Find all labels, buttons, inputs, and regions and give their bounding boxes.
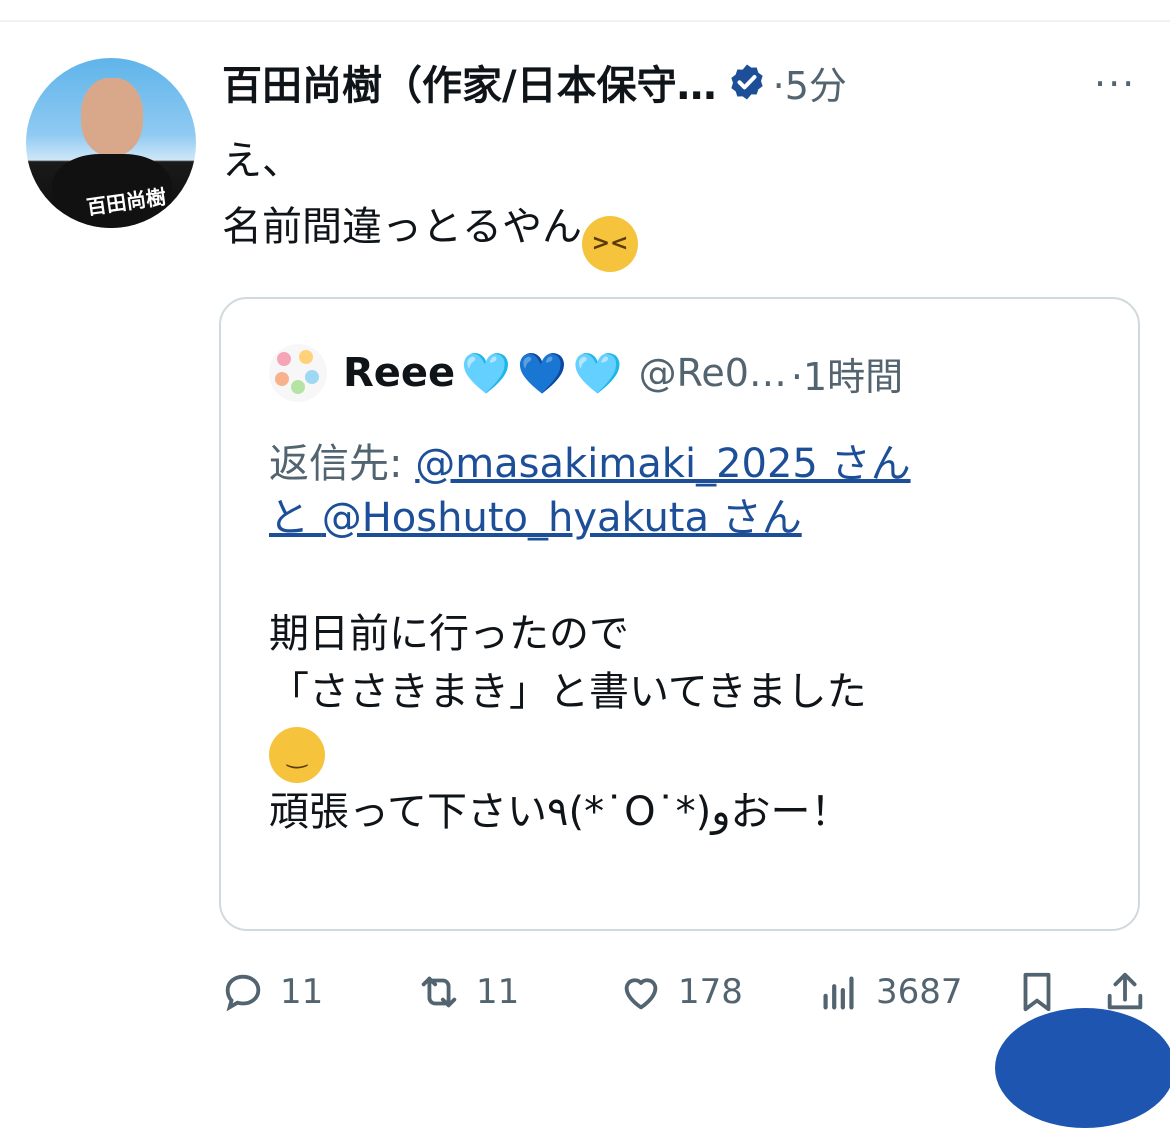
author-avatar[interactable]: 百田尚樹 xyxy=(26,58,196,228)
avatar-face xyxy=(81,78,143,156)
quote-body-line-3: ‿ xyxy=(269,721,867,783)
blue-heart-emoji-icon: 💙 xyxy=(517,350,567,397)
reply-button[interactable]: 11 xyxy=(220,960,323,1024)
smiling-face-emoji-icon: ‿ xyxy=(269,727,325,783)
quoted-tweet-card[interactable]: Reee 🩵 💙 🩵 @Re0… ·1時間 返信先: @masakimaki_2… xyxy=(219,297,1140,931)
tweet-text-line-2-text: 名前間違っとるやん xyxy=(222,204,582,250)
tweet-text: え、 名前間違っとるやん >< xyxy=(222,128,638,272)
views-icon xyxy=(823,976,854,1010)
retweet-count: 11 xyxy=(476,972,520,1012)
confounded-face-emoji-icon: >< xyxy=(582,216,638,272)
like-count: 178 xyxy=(678,972,743,1012)
light-blue-heart-emoji-icon: 🩵 xyxy=(572,350,623,397)
more-icon[interactable]: ··· xyxy=(1094,62,1136,106)
verified-badge-icon xyxy=(730,64,763,100)
tweet-text-line-1: え、 xyxy=(222,138,302,184)
quote-author-name: Reee xyxy=(343,350,456,396)
retweet-icon xyxy=(421,976,457,1008)
reply-count: 11 xyxy=(280,972,324,1012)
tweet-header: 百田尚樹（作家/日本保守… ·5分 xyxy=(222,54,847,110)
tweet-text-line-2: 名前間違っとるやん >< xyxy=(222,194,638,272)
reply-to-label: 返信先: xyxy=(269,441,416,487)
floating-compose-button[interactable] xyxy=(995,1008,1170,1128)
views-button[interactable]: 3687 xyxy=(816,960,963,1024)
quote-body-line-4: 頑張って下さい٩(*˙O˙*)وおー！ xyxy=(269,789,851,835)
action-bar: 11 11 178 3687 xyxy=(0,960,1170,1024)
bookmark-icon xyxy=(1023,972,1051,1012)
quote-body-line-2: 「ささきまき」と書いてきました xyxy=(269,669,867,715)
like-icon xyxy=(624,978,658,1010)
reply-to-and: と xyxy=(269,495,322,541)
like-button[interactable]: 178 xyxy=(618,960,743,1024)
reply-icon xyxy=(225,974,261,1012)
tweet-time[interactable]: ·5分 xyxy=(773,55,847,110)
reply-to-user-link-1[interactable]: @masakimaki_2025 さん xyxy=(415,441,910,487)
share-icon xyxy=(1107,972,1143,1010)
light-blue-heart-emoji-icon: 🩵 xyxy=(461,350,511,397)
author-name[interactable]: 百田尚樹（作家/日本保守… xyxy=(222,53,717,111)
top-divider xyxy=(0,20,1170,22)
quote-author-handle: @Re0… xyxy=(638,351,787,395)
quote-time: ·1時間 xyxy=(790,354,904,399)
quote-body-line-1: 期日前に行ったので xyxy=(269,611,629,657)
view-count: 3687 xyxy=(876,972,963,1012)
quote-header: Reee 🩵 💙 🩵 @Re0… ·1時間 xyxy=(269,343,903,403)
quote-body: 期日前に行ったので 「ささきまき」と書いてきました ‿ 頑張って下さい٩(*˙O… xyxy=(269,605,867,841)
reply-to-user-link-2[interactable]: @Hoshuto_hyakuta さん xyxy=(322,495,802,541)
quote-author-avatar xyxy=(269,344,327,402)
reply-to-line: 返信先: @masakimaki_2025 さん と @Hoshuto_hyak… xyxy=(269,437,911,545)
retweet-button[interactable]: 11 xyxy=(416,960,519,1024)
